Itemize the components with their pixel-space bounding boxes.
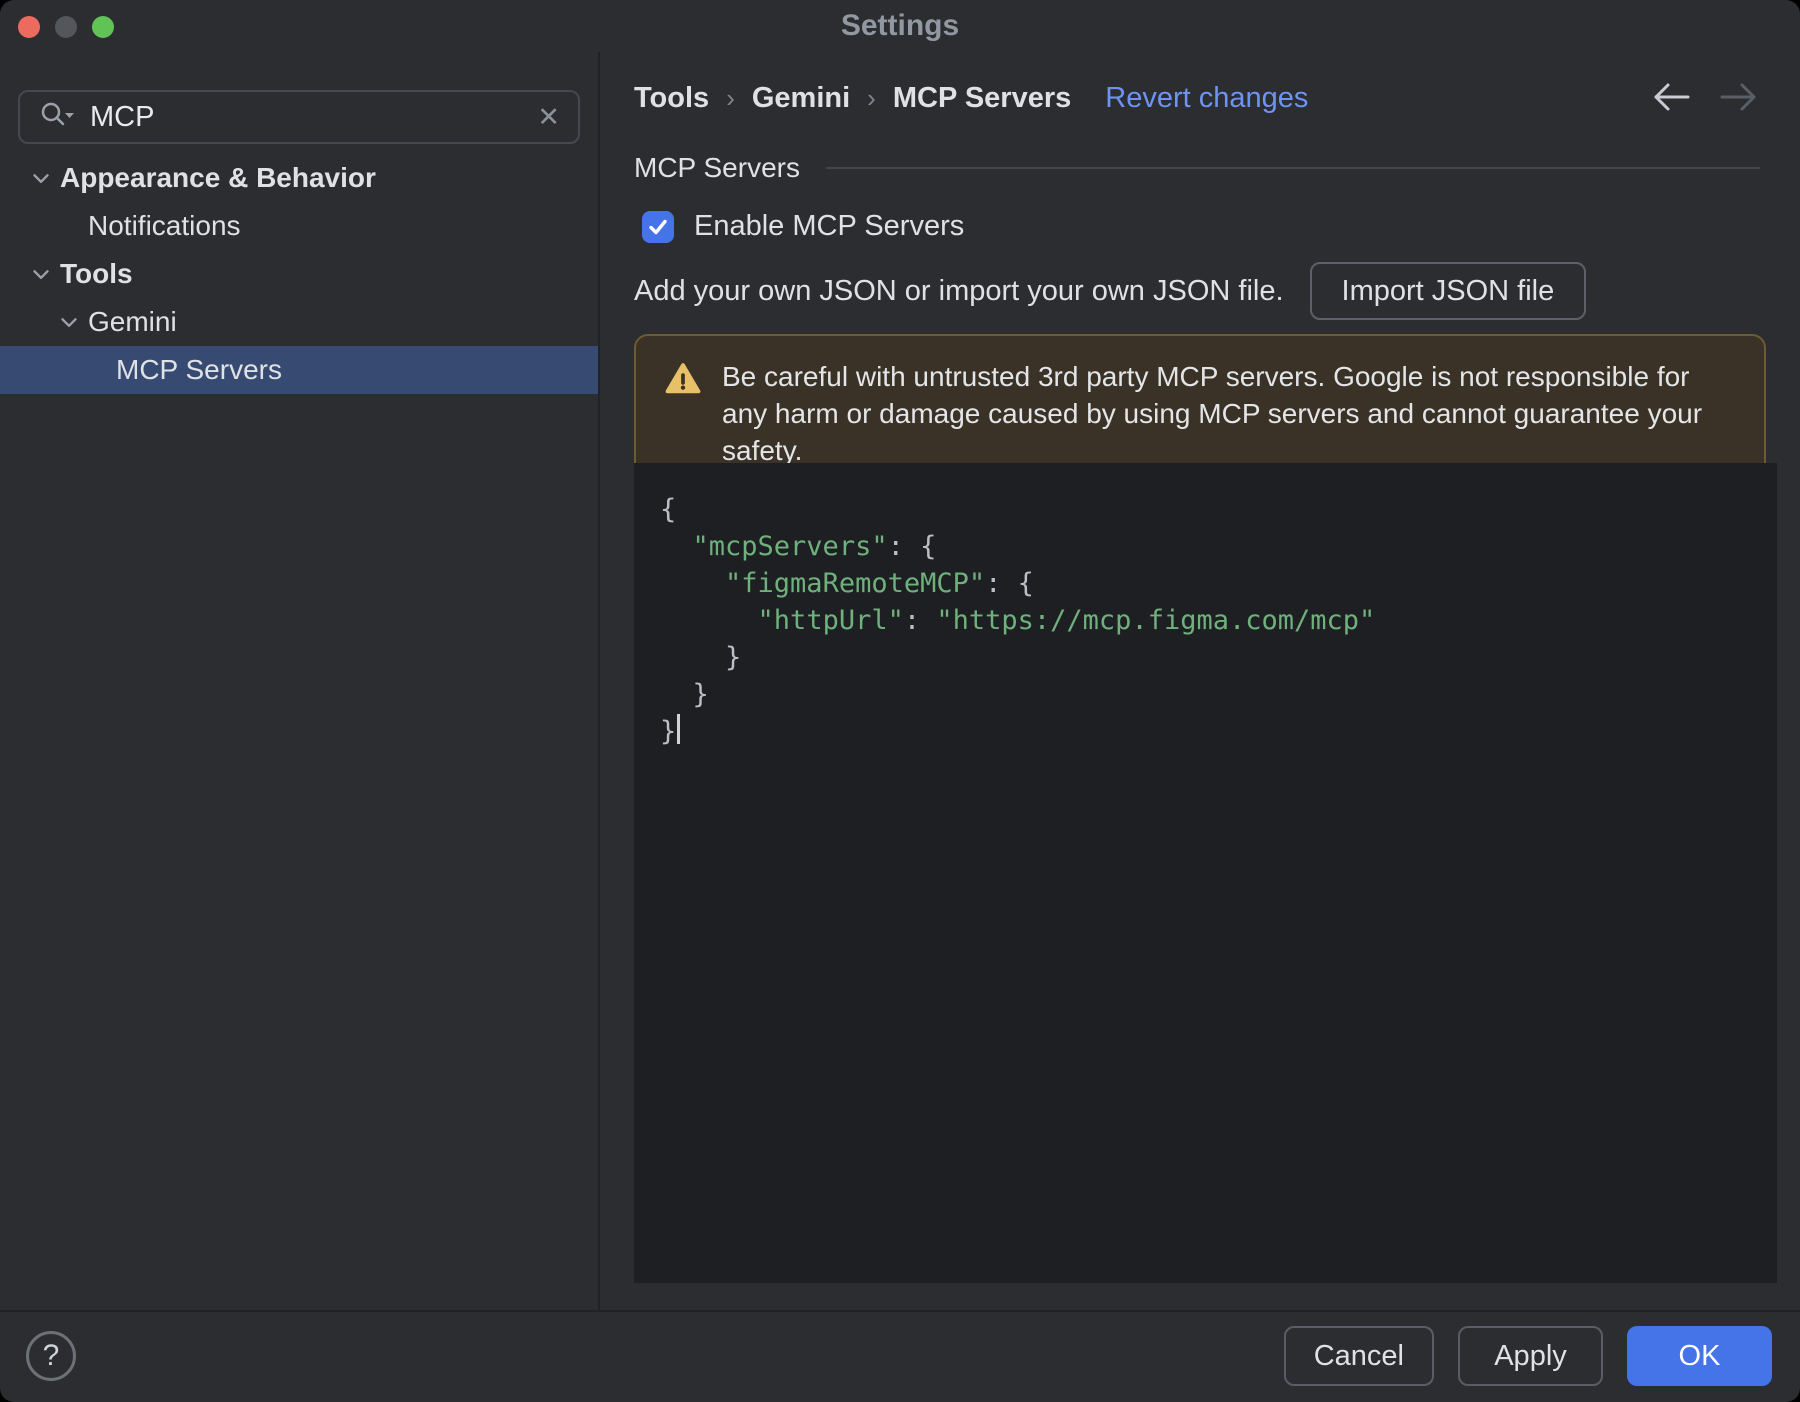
code-punct-token: : <box>903 605 937 636</box>
text-caret <box>677 714 681 744</box>
revert-changes-link[interactable]: Revert changes <box>1105 82 1308 115</box>
forward-arrow-icon[interactable] <box>1718 80 1762 119</box>
code-punct-token: } <box>660 716 677 747</box>
sidebar-item-label: MCP Servers <box>116 354 282 385</box>
enable-mcp-label: Enable MCP Servers <box>694 210 965 242</box>
breadcrumb-item-tools[interactable]: Tools <box>634 82 709 115</box>
code-line: { <box>660 491 1777 528</box>
code-punct-token: { <box>660 494 677 525</box>
sidebar-item-notifications[interactable]: Notifications <box>0 202 598 250</box>
sidebar-item-label: Tools <box>60 258 133 289</box>
close-window-button[interactable] <box>18 16 40 38</box>
warning-text: Be careful with untrusted 3rd party MCP … <box>722 361 1703 466</box>
settings-sidebar: MCP ✕ Appearance & Behavior Notifications… <box>0 52 600 1310</box>
add-json-text: Add your own JSON or import your own JSO… <box>634 274 1284 307</box>
question-mark-icon: ? <box>42 1339 60 1372</box>
minimize-window-button[interactable] <box>55 16 77 38</box>
apply-button[interactable]: Apply <box>1458 1326 1603 1386</box>
chevron-down-icon[interactable] <box>28 261 60 287</box>
code-punct-token: } <box>660 679 709 710</box>
sidebar-item-label: Appearance & Behavior <box>60 162 376 193</box>
search-icon[interactable] <box>38 100 76 135</box>
back-arrow-icon[interactable] <box>1648 80 1692 119</box>
settings-window: Settings MCP ✕ Appearance & Behavior Noti… <box>0 0 1800 1402</box>
traffic-lights <box>18 16 114 38</box>
code-line: } <box>660 713 1777 750</box>
settings-tree: Appearance & Behavior Notifications Tools G… <box>0 154 598 394</box>
chevron-down-icon[interactable] <box>56 309 88 335</box>
code-punct-token <box>660 531 693 562</box>
code-punct-token: : { <box>985 568 1034 599</box>
json-editor[interactable]: { "mcpServers": { "figmaRemoteMCP": { "h… <box>634 463 1777 1283</box>
code-string-token: "httpUrl" <box>757 605 904 636</box>
sidebar-item-label: Notifications <box>88 210 241 241</box>
section-title: MCP Servers <box>634 152 800 183</box>
add-json-row: Add your own JSON or import your own JSO… <box>634 260 1587 322</box>
sidebar-item-mcp-servers[interactable]: MCP Servers <box>0 346 598 394</box>
code-string-token: "mcpServers" <box>692 531 888 562</box>
code-punct-token <box>660 605 758 636</box>
sidebar-item-gemini[interactable]: Gemini <box>0 298 598 346</box>
chevron-down-icon[interactable] <box>28 165 60 191</box>
code-line: } <box>660 639 1777 676</box>
checkmark-icon <box>649 219 667 234</box>
breadcrumb-item-mcp-servers[interactable]: MCP Servers <box>893 82 1071 115</box>
section-header: MCP Servers <box>634 148 1760 188</box>
history-nav <box>1648 80 1762 119</box>
code-line: "figmaRemoteMCP": { <box>660 565 1777 602</box>
code-line: } <box>660 676 1777 713</box>
section-divider <box>825 167 1760 169</box>
breadcrumb: Tools › Gemini › MCP Servers Revert changes <box>634 76 1308 120</box>
dialog-footer: ? Cancel Apply OK <box>0 1310 1800 1402</box>
sidebar-item-appearance-behavior[interactable]: Appearance & Behavior <box>0 154 598 202</box>
sidebar-item-tools[interactable]: Tools <box>0 250 598 298</box>
search-value: MCP <box>90 100 155 133</box>
breadcrumb-separator: › <box>726 82 735 113</box>
import-json-button[interactable]: Import JSON file <box>1309 262 1587 320</box>
cancel-button[interactable]: Cancel <box>1283 1326 1434 1386</box>
help-button[interactable]: ? <box>26 1331 76 1381</box>
breadcrumb-item-gemini[interactable]: Gemini <box>752 82 850 115</box>
settings-content: Tools › Gemini › MCP Servers Revert changes <box>600 52 1800 1310</box>
code-punct-token <box>660 568 725 599</box>
enable-mcp-checkbox[interactable] <box>642 210 674 243</box>
code-string-token: "https://mcp.figma.com/mcp" <box>936 605 1376 636</box>
breadcrumb-separator: › <box>867 82 876 113</box>
ok-button[interactable]: OK <box>1627 1326 1772 1386</box>
window-title: Settings <box>840 9 960 42</box>
enable-mcp-row: Enable MCP Servers <box>642 210 964 243</box>
code-string-token: "figmaRemoteMCP" <box>725 568 986 599</box>
clear-search-icon[interactable]: ✕ <box>537 102 560 133</box>
code-line: "mcpServers": { <box>660 528 1777 565</box>
warning-icon <box>664 362 702 469</box>
zoom-window-button[interactable] <box>92 16 114 38</box>
code-line: "httpUrl": "https://mcp.figma.com/mcp" <box>660 602 1777 639</box>
code-punct-token: } <box>660 642 742 673</box>
sidebar-item-label: Gemini <box>88 306 177 337</box>
code-punct-token: : { <box>887 531 937 562</box>
search-input[interactable]: MCP ✕ <box>18 90 580 144</box>
title-bar: Settings <box>0 0 1800 52</box>
